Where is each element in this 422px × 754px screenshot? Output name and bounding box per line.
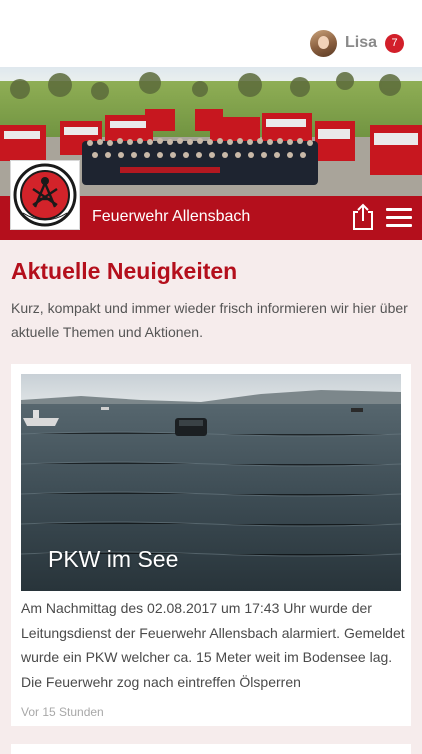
section-title: Aktuelle Neuigkeiten [11,258,238,284]
user-name[interactable]: Lisa [345,34,377,52]
share-icon[interactable] [350,203,376,231]
org-name: Feuerwehr Allensbach [92,208,251,225]
next-news-card[interactable] [11,744,411,754]
avatar[interactable] [309,29,337,57]
fire-department-logo[interactable] [10,160,80,230]
hamburger-menu-icon[interactable] [386,208,412,228]
notification-badge[interactable]: 7 [385,33,404,53]
news-text: Am Nachmittag des 02.08.2017 um 17:43 Uh… [21,600,405,690]
news-card[interactable]: PKW im See Am Nachmittag des 02.08.2017 … [11,364,411,726]
top-bar: Lisa 7 [0,0,422,67]
news-timestamp: Vor 15 Stunden [21,705,104,719]
section-intro: Kurz, kompakt und immer wieder frisch in… [11,300,408,340]
news-title[interactable]: PKW im See [48,546,178,573]
user-account[interactable]: Lisa 7 [309,29,404,57]
news-image[interactable]: PKW im See [21,374,401,591]
